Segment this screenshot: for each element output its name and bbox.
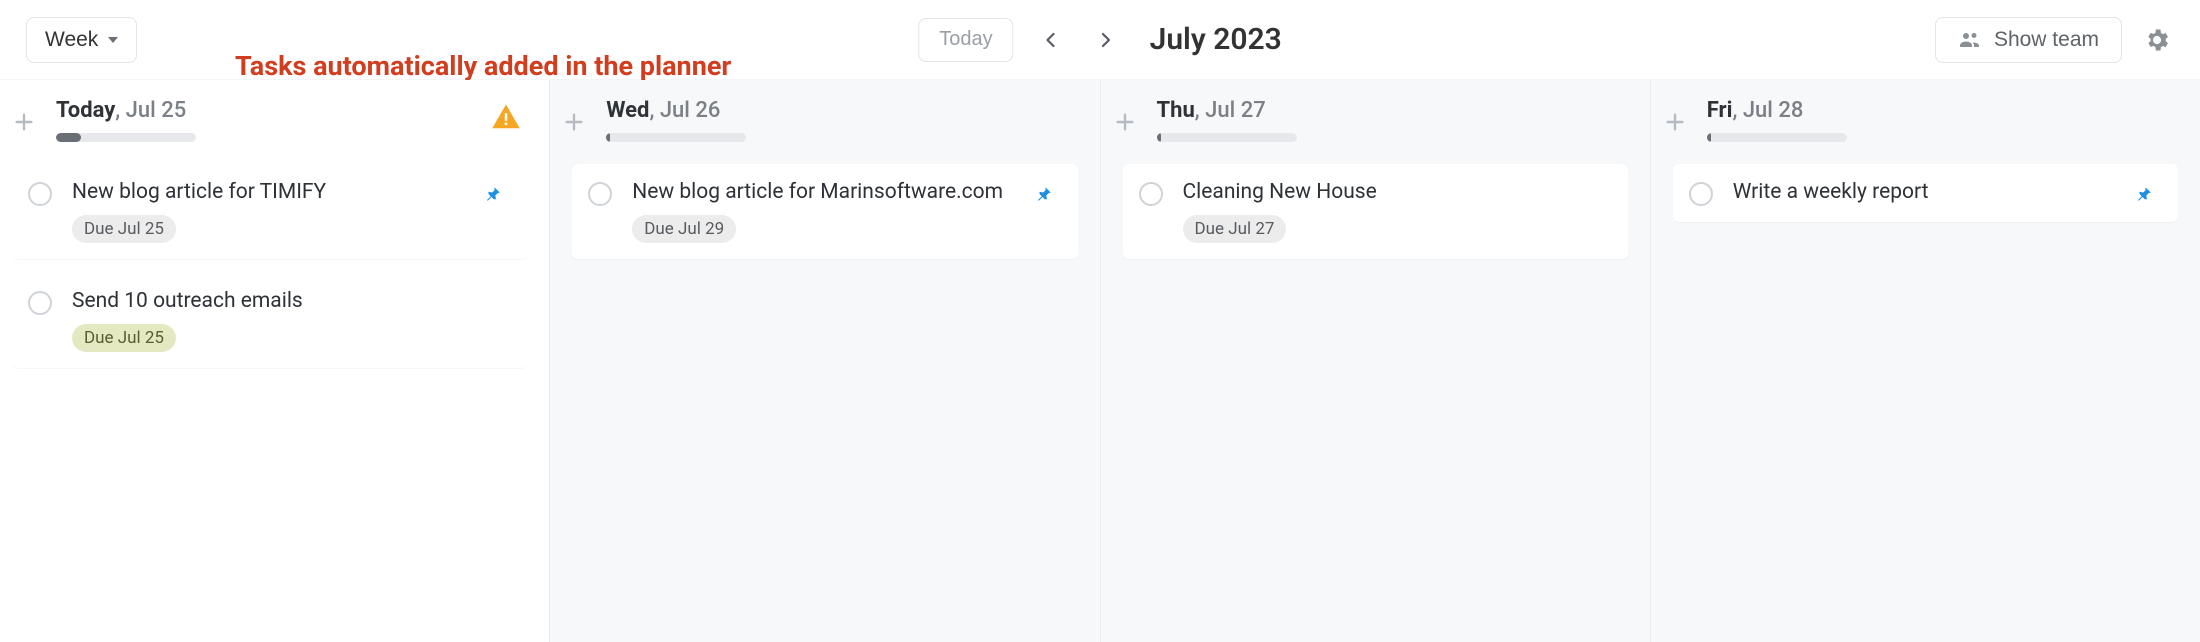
day-column: Thu, Jul 27 Cleaning New House Due Jul 27 — [1101, 80, 1651, 642]
task-list: New blog article for TIMIFYDue Jul 25Sen… — [0, 156, 549, 388]
day-label: Thu, Jul 27 — [1157, 98, 1297, 142]
view-select[interactable]: Week — [26, 17, 137, 63]
task-list: Write a weekly report — [1651, 156, 2200, 242]
day-label-rest: , Jul 27 — [1195, 98, 1266, 123]
week-board: Today, Jul 25 New blog article for TIMIFY… — [0, 80, 2200, 642]
task-card[interactable]: New blog article for Marinsoftware.com Du… — [572, 164, 1077, 259]
day-label-text: Thu, Jul 27 — [1157, 98, 1297, 123]
day-column: Fri, Jul 28 Write a weekly report — [1651, 80, 2200, 642]
day-progress — [1707, 133, 1847, 142]
plus-icon — [13, 111, 35, 133]
day-warning-indicator[interactable] — [491, 102, 521, 136]
task-due-badge: Due Jul 27 — [1183, 215, 1287, 243]
task-due-badge: Due Jul 25 — [72, 324, 176, 352]
task-due-badge: Due Jul 29 — [632, 215, 736, 243]
day-label-bold: Wed — [606, 98, 649, 123]
warning-icon — [491, 102, 521, 132]
task-content: New blog article for TIMIFY Due Jul 25 — [72, 180, 467, 243]
gear-icon — [2143, 26, 2171, 54]
task-card[interactable]: Write a weekly report — [1673, 164, 2178, 222]
day-label: Fri, Jul 28 — [1707, 98, 1847, 142]
month-title: July 2023 — [1150, 22, 1282, 57]
day-label-rest: , Jul 28 — [1732, 98, 1803, 123]
task-title: Cleaning New House — [1183, 180, 1568, 205]
day-label-bold: Fri — [1707, 98, 1733, 123]
day-progress — [56, 133, 196, 142]
show-team-label: Show team — [1994, 28, 2099, 52]
chevron-right-icon — [1097, 31, 1115, 49]
task-list: Cleaning New House Due Jul 27 — [1101, 156, 1650, 279]
task-title: New blog article for Marinsoftware.com — [632, 180, 1017, 205]
add-task-button[interactable] — [1109, 106, 1141, 138]
day-column-header: Thu, Jul 27 — [1101, 80, 1650, 156]
show-team-button[interactable]: Show team — [1935, 17, 2122, 63]
day-column-header: Wed, Jul 26 — [550, 80, 1099, 156]
task-card[interactable]: Send 10 outreach emails Due Jul 25 — [12, 273, 527, 368]
prev-week-button[interactable] — [1034, 22, 1070, 58]
plus-icon — [563, 111, 585, 133]
task-checkbox[interactable] — [588, 182, 612, 206]
task-card[interactable]: New blog article for TIMIFY Due Jul 25 — [12, 164, 527, 259]
day-column-header: Today, Jul 25 — [0, 80, 549, 156]
chevron-down-icon — [108, 37, 118, 43]
task-pin — [1584, 184, 1604, 204]
day-label-bold: Thu — [1157, 98, 1195, 123]
task-content: Send 10 outreach emails Due Jul 25 — [72, 289, 467, 352]
today-button-label: Today — [939, 28, 992, 50]
task-due-badge: Due Jul 25 — [72, 215, 176, 243]
day-label: Wed, Jul 26 — [606, 98, 746, 142]
day-column: Today, Jul 25 New blog article for TIMIFY… — [0, 80, 550, 642]
add-task-button[interactable] — [1659, 106, 1691, 138]
day-label-text: Today, Jul 25 — [56, 98, 196, 123]
settings-button[interactable] — [2140, 23, 2174, 57]
task-checkbox[interactable] — [28, 291, 52, 315]
task-card[interactable]: Cleaning New House Due Jul 27 — [1123, 164, 1628, 259]
task-checkbox[interactable] — [1689, 182, 1713, 206]
task-pin — [483, 293, 503, 313]
task-content: Write a weekly report — [1733, 180, 2118, 205]
day-column: Wed, Jul 26 New blog article for Marinsof… — [550, 80, 1100, 642]
task-title: Write a weekly report — [1733, 180, 2118, 205]
day-progress — [606, 133, 746, 142]
pin-icon — [484, 185, 502, 203]
task-title: Send 10 outreach emails — [72, 289, 467, 314]
task-content: Cleaning New House Due Jul 27 — [1183, 180, 1568, 243]
next-week-button[interactable] — [1088, 22, 1124, 58]
day-label-rest: , Jul 26 — [649, 98, 720, 123]
day-label-text: Fri, Jul 28 — [1707, 98, 1847, 123]
pin-icon — [1035, 185, 1053, 203]
day-label: Today, Jul 25 — [56, 98, 196, 142]
task-pin[interactable] — [1034, 184, 1054, 204]
toolbar-right: Show team — [1935, 17, 2174, 63]
day-label-text: Wed, Jul 26 — [606, 98, 746, 123]
task-checkbox[interactable] — [1139, 182, 1163, 206]
plus-icon — [1114, 111, 1136, 133]
task-title: New blog article for TIMIFY — [72, 180, 467, 205]
chevron-left-icon — [1043, 31, 1061, 49]
day-label-bold: Today — [56, 98, 115, 123]
task-list: New blog article for Marinsoftware.com Du… — [550, 156, 1099, 279]
date-nav-arrows — [1034, 22, 1124, 58]
task-pin[interactable] — [2134, 184, 2154, 204]
task-content: New blog article for Marinsoftware.com Du… — [632, 180, 1017, 243]
add-task-button[interactable] — [558, 106, 590, 138]
pin-icon — [2135, 185, 2153, 203]
top-toolbar: Week Today July 2023 Show team — [0, 0, 2200, 80]
day-column-header: Fri, Jul 28 — [1651, 80, 2200, 156]
view-select-label: Week — [45, 28, 98, 52]
day-progress — [1157, 133, 1297, 142]
task-checkbox[interactable] — [28, 182, 52, 206]
today-button[interactable]: Today — [918, 18, 1013, 62]
people-icon — [1958, 28, 1982, 52]
add-task-button[interactable] — [8, 106, 40, 138]
day-label-rest: , Jul 25 — [115, 98, 186, 123]
plus-icon — [1664, 111, 1686, 133]
toolbar-center: Today July 2023 — [918, 18, 1282, 62]
task-pin[interactable] — [483, 184, 503, 204]
